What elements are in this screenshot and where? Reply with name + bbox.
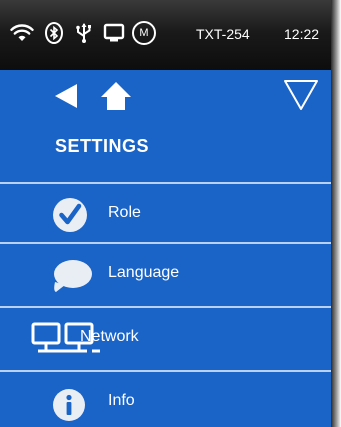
m-circle-label: M — [139, 27, 149, 39]
info-circle-icon — [53, 389, 85, 421]
menu-item-info[interactable]: Info — [0, 370, 331, 427]
menu-item-role[interactable]: Role — [0, 182, 331, 248]
dropdown-triangle-icon[interactable] — [282, 78, 320, 112]
clock-time: 12:22 — [284, 26, 320, 42]
header — [0, 70, 331, 182]
speech-bubble-icon — [54, 260, 92, 292]
device-edge-shadow — [331, 0, 341, 427]
menu-item-language[interactable]: Language — [0, 242, 331, 308]
display-icon — [103, 23, 125, 42]
menu-label-network: Network — [80, 328, 139, 345]
usb-icon — [76, 23, 91, 43]
m-circle-icon: M — [132, 21, 156, 45]
device-name: TXT-254 — [196, 26, 250, 42]
menu-label-language: Language — [108, 264, 180, 281]
device-screen: M TXT-254 12:22 SETTINGS Role Language N… — [0, 0, 331, 427]
checkmark-circle-icon — [53, 198, 87, 232]
wifi-icon — [10, 24, 34, 41]
menu-label-info: Info — [108, 392, 135, 409]
menu-item-network[interactable]: Network — [0, 306, 331, 372]
back-arrow-icon[interactable] — [53, 82, 79, 110]
page-title: SETTINGS — [55, 136, 150, 156]
menu-label-role: Role — [108, 204, 141, 221]
bluetooth-icon — [45, 22, 63, 44]
status-bar: M TXT-254 12:22 — [0, 0, 331, 70]
home-icon[interactable] — [99, 80, 133, 112]
